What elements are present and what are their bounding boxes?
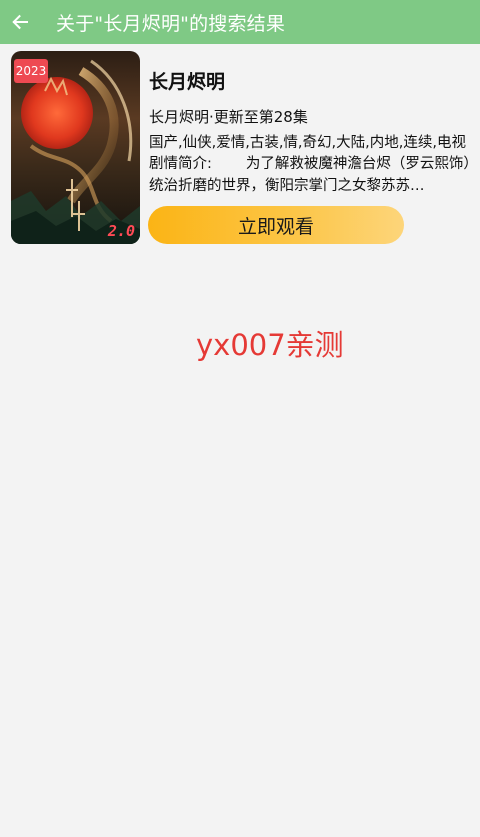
synopsis-label: 剧情简介: (149, 156, 212, 172)
search-result-item[interactable]: 2023 2.0 长月烬明 长月烬明·更新至第28集 国产,仙侠,爱情,古装,情… (11, 51, 471, 245)
year-badge: 2023 (14, 59, 48, 83)
watermark-text: yx007亲测 (196, 328, 344, 362)
arrow-left-icon (12, 14, 28, 30)
watch-now-button[interactable]: 立即观看 (148, 206, 404, 244)
result-title[interactable]: 长月烬明 (149, 67, 225, 94)
poster-image[interactable]: 2023 2.0 (11, 51, 140, 244)
top-app-bar: 关于"长月烬明"的搜索结果 (0, 0, 480, 44)
update-status: 长月烬明·更新至第28集 (149, 108, 308, 126)
genre-tags: 国产,仙侠,爱情,古装,情,奇幻,大陆,内地,连续,电视 (149, 135, 466, 151)
poster-corner-label: 2.0 (107, 222, 135, 240)
page-title: 关于"长月烬明"的搜索结果 (56, 12, 286, 35)
back-button[interactable] (0, 0, 40, 44)
synopsis: 剧情简介: 为了解救被魔神澹台烬（罗云熙饰）统治折磨的世界，衡阳宗掌门之女黎苏苏… (149, 153, 473, 197)
